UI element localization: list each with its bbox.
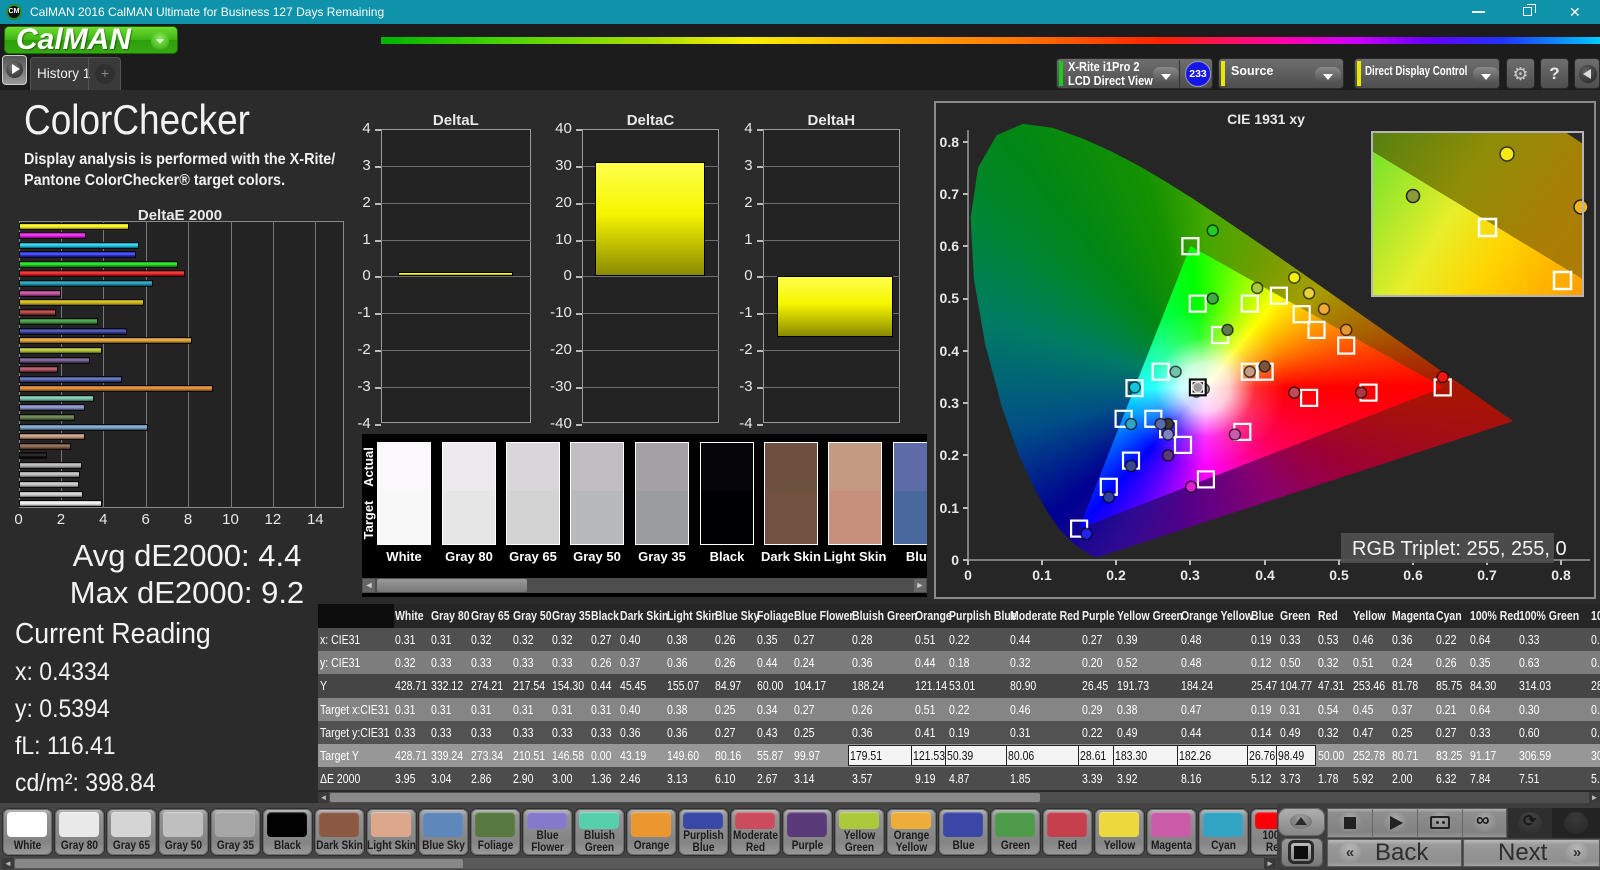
svg-text:CIE 1931 xy: CIE 1931 xy [1227, 111, 1305, 127]
svg-text:0.6: 0.6 [940, 238, 960, 254]
svg-text:0.4: 0.4 [940, 343, 960, 359]
svg-text:0.8: 0.8 [1551, 567, 1571, 583]
svg-text:0.6: 0.6 [1403, 567, 1423, 583]
svg-text:0.1: 0.1 [940, 500, 960, 516]
svg-text:0.7: 0.7 [1477, 567, 1497, 583]
svg-text:0.5: 0.5 [940, 290, 960, 306]
svg-text:0.8: 0.8 [940, 134, 960, 150]
svg-text:0: 0 [951, 552, 959, 568]
svg-text:0: 0 [964, 567, 972, 583]
svg-text:0.7: 0.7 [940, 186, 960, 202]
svg-text:RGB Triplet: 255, 255, 0: RGB Triplet: 255, 255, 0 [1352, 538, 1567, 560]
svg-text:0.2: 0.2 [1106, 567, 1126, 583]
svg-text:0.4: 0.4 [1255, 567, 1275, 583]
svg-text:0.2: 0.2 [940, 447, 960, 463]
svg-text:0.1: 0.1 [1032, 567, 1052, 583]
svg-text:0.3: 0.3 [940, 395, 960, 411]
svg-text:0.3: 0.3 [1180, 567, 1200, 583]
svg-text:0.5: 0.5 [1329, 567, 1349, 583]
